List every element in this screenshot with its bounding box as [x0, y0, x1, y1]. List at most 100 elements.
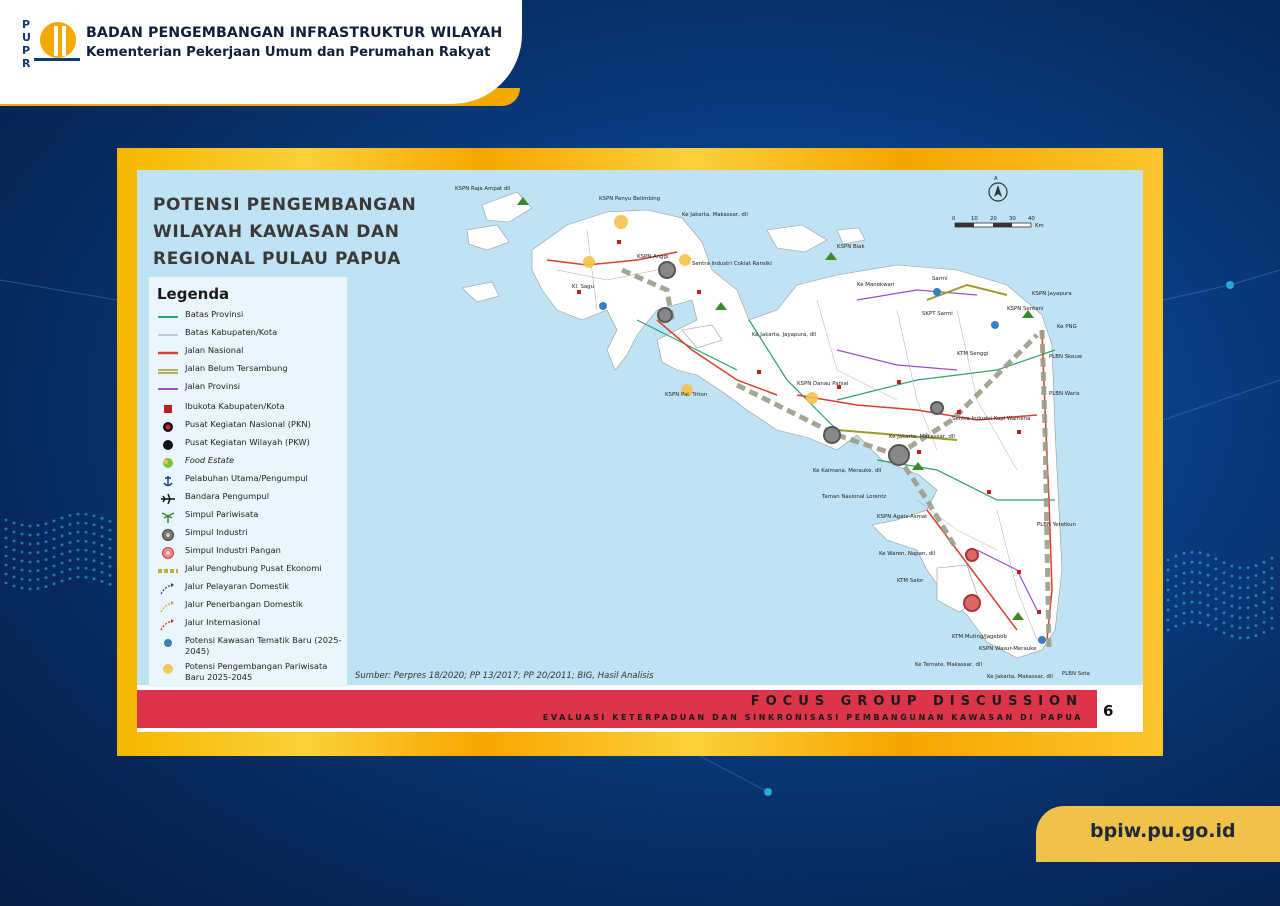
legend-label: Jalur Pelayaran Domestik — [185, 581, 290, 591]
legend-item: Pusat Kegiatan Nasional (PKN) — [157, 419, 345, 435]
place-label: SKPT Sarmi — [922, 311, 953, 317]
scale-tick: 30 — [1009, 216, 1016, 222]
legend-item: Potensi Kawasan Tematik Baru (2025-2045) — [157, 635, 345, 656]
legend-item: Jalur Penghubung Pusat Ekonomi — [157, 563, 345, 579]
legend-item: Jalan Nasional — [157, 345, 345, 361]
intl-route-icon — [157, 617, 179, 631]
legend-item: Batas Provinsi — [157, 309, 345, 325]
legend-label: Pusat Kegiatan Wilayah (PKW) — [185, 437, 310, 447]
ministry-name: Kementerian Pekerjaan Umum dan Perumahan… — [86, 45, 491, 60]
place-label: KSPN Pal. Triton — [665, 392, 707, 398]
legend-label: Jalan Nasional — [185, 345, 244, 355]
slide: A 0 10 20 30 40 Km KSPN Raja Ampat dll K… — [137, 170, 1143, 732]
fgd-banner: FOCUS GROUP DISCUSSION EVALUASI KETERPAD… — [137, 690, 1097, 728]
north-label: A — [994, 176, 998, 182]
legend-label: Pelabuhan Utama/Pengumpul — [185, 473, 308, 483]
org-name: BADAN PENGEMBANGAN INFRASTRUKTUR WILAYAH — [86, 25, 503, 41]
legend-item: Jalan Belum Tersambung — [157, 363, 345, 379]
place-label: Taman Nasional Lorentz — [821, 494, 886, 500]
anchor-icon — [157, 473, 179, 487]
legend-item: Jalur Penerbangan Domestik — [157, 599, 345, 615]
legend-label: Jalur Internasional — [185, 617, 261, 627]
fgd-subtitle: EVALUASI KETERPADUAN DAN SINKRONISASI PE… — [542, 713, 1083, 722]
legend-item: Jalur Internasional — [157, 617, 345, 633]
legend-item: Pelabuhan Utama/Pengumpul — [157, 473, 345, 489]
scale-tick: 40 — [1028, 216, 1035, 222]
legend-item: Simpul Pariwisata — [157, 509, 345, 525]
legend-label: Simpul Industri — [185, 527, 248, 537]
dashed-thick-icon — [157, 563, 179, 577]
legend-title: Legenda — [157, 285, 230, 303]
olive-double-line-icon — [157, 363, 179, 377]
black-dot-icon — [157, 437, 179, 451]
svg-text:U: U — [22, 31, 31, 44]
legend-item: Simpul Industri — [157, 527, 345, 543]
legend-label: Ibukota Kabupaten/Kota — [185, 401, 285, 411]
domestic-flight-icon — [157, 599, 179, 613]
yellow-dot-icon — [157, 661, 179, 675]
place-label: Ke Jakarta, Jayapura, dll — [752, 332, 816, 338]
legend-label: Jalur Penerbangan Domestik — [185, 599, 303, 609]
place-label: KSPN Wasur-Merauke — [979, 646, 1037, 652]
place-label: Ke Jakarta, Makassar, dll — [987, 674, 1053, 680]
place-label: Sentra Industri Coklat Ransiki — [692, 261, 772, 267]
footer-url[interactable]: bpiw.pu.go.id — [1090, 820, 1236, 842]
legend-label: Jalan Belum Tersambung — [185, 363, 288, 373]
place-label: KSPN Anggi — [637, 254, 668, 260]
red-black-dot-icon — [157, 419, 179, 433]
place-label: Ke Ternate, Makassar, dll — [915, 662, 982, 668]
green-line-icon — [157, 309, 179, 323]
north-arrow: A — [988, 176, 1008, 202]
place-label: KSPN Agats-Asmat — [877, 514, 927, 520]
legend-item: Simpul Industri Pangan — [157, 545, 345, 561]
legend-label: Batas Provinsi — [185, 309, 244, 319]
place-label: PLBN Skouw — [1049, 354, 1083, 360]
place-label: Sentra Industri Kopi Wamena — [952, 416, 1030, 422]
place-label: KTM Salor — [897, 578, 924, 584]
header-bar: P U P R BADAN PENGEMBANGAN INFRASTRUKTUR… — [0, 0, 522, 104]
place-label: KSPN Sentani — [1007, 306, 1043, 312]
place-label: KTM Senggi — [957, 351, 988, 357]
legend-item: Jalan Provinsi — [157, 381, 345, 397]
food-industry-icon — [157, 545, 179, 559]
airplane-icon — [157, 491, 179, 505]
svg-text:P: P — [22, 18, 30, 31]
red-square-icon — [157, 401, 179, 415]
pupr-logo: P U P R — [22, 18, 80, 70]
place-label: PLBN Waris — [1049, 391, 1080, 397]
gray-line-icon — [157, 327, 179, 341]
place-label: Ke PNG — [1057, 324, 1077, 330]
place-label: KSPN Penyu Belimbing — [599, 196, 660, 202]
place-label: Ke Jakarta, Makassar, dll — [889, 434, 955, 440]
legend-item: Ibukota Kabupaten/Kota — [157, 401, 345, 417]
legend-label: Food Estate — [185, 455, 235, 465]
legend-item: Potensi Pengembangan Pariwisata Baru 202… — [157, 661, 345, 682]
place-label: KSPN Raja Ampat dll — [455, 186, 510, 192]
red-line-icon — [157, 345, 179, 359]
place-label: Ke Manokwari — [857, 282, 895, 288]
place-label: Kl. Sagu — [572, 284, 594, 290]
place-label: KSPN Jayapura — [1032, 291, 1072, 297]
fgd-title: FOCUS GROUP DISCUSSION — [750, 694, 1083, 709]
legend-panel: Legenda Batas Provinsi Batas Kabupaten/Ko… — [149, 277, 347, 687]
sea-route-icon — [157, 581, 179, 595]
legend-label: Jalan Provinsi — [185, 381, 241, 391]
legend-item: Batas Kabupaten/Kota — [157, 327, 345, 343]
food-estate-icon — [157, 455, 179, 469]
svg-text:P: P — [22, 44, 30, 57]
place-label: PLBN Sota — [1062, 671, 1090, 677]
legend-label: Simpul Industri Pangan — [185, 545, 281, 555]
source-note: Sumber: Perpres 18/2020; PP 13/2017; PP … — [355, 671, 654, 681]
legend-label: Bandara Pengumpul — [185, 491, 270, 501]
place-label: Ke Waren, Napan, dll — [879, 551, 935, 557]
scale-bar: 0 10 20 30 40 Km — [952, 216, 1044, 229]
legend-label: Potensi Pengembangan Pariwisata Baru 202… — [185, 661, 328, 682]
legend-label: Potensi Kawasan Tematik Baru (2025-2045) — [185, 635, 342, 656]
industry-gear-icon — [157, 527, 179, 541]
place-label: Sarmi — [932, 276, 948, 282]
blue-dot-icon — [157, 635, 179, 649]
legend-label: Simpul Pariwisata — [185, 509, 259, 519]
svg-text:R: R — [22, 57, 31, 70]
scale-tick: 20 — [990, 216, 997, 222]
place-label: KSPN Danau Paniai — [797, 381, 848, 387]
